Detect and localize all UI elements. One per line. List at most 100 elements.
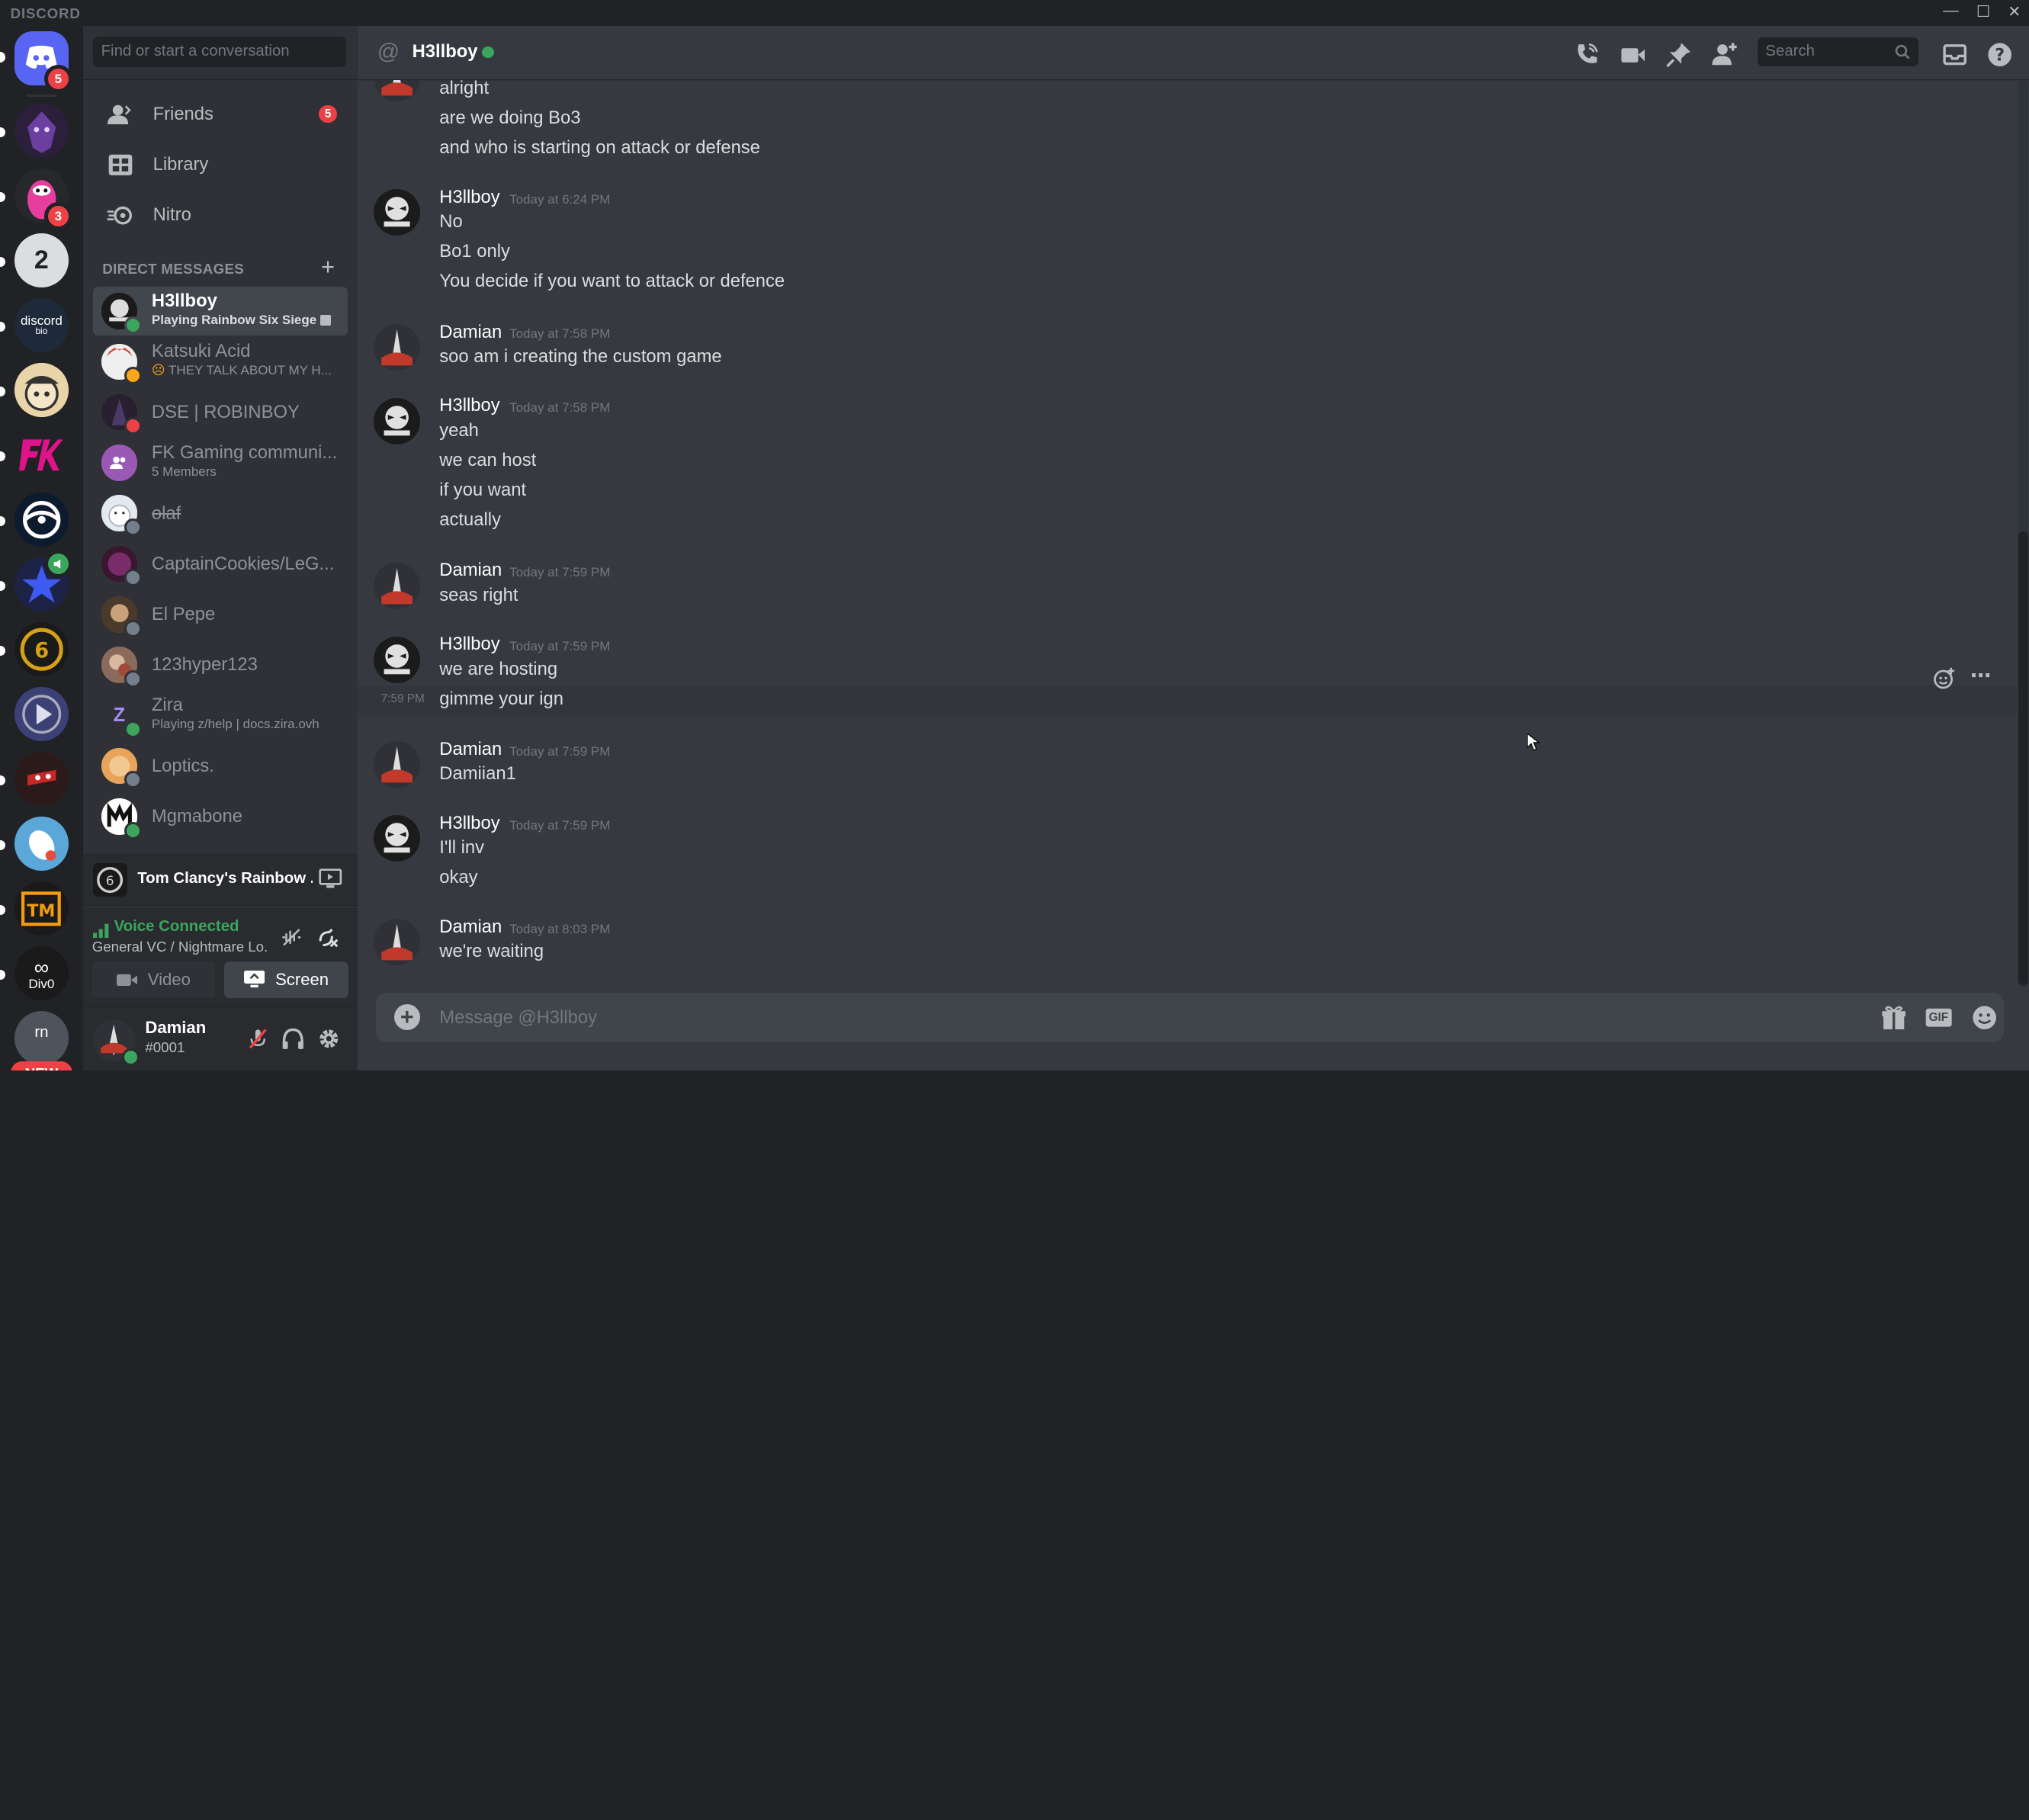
dm-el-pepe[interactable]: El Pepe [93,590,347,640]
message-timestamp: Today at 7:59 PM [509,565,611,580]
guild-reaper[interactable] [14,104,69,159]
status-offline [124,569,143,587]
scrollbar-thumb[interactable] [2018,531,2029,985]
disconnect-icon[interactable] [316,926,340,949]
avatar[interactable] [373,397,420,445]
message-composer[interactable]: + Message @H3llboy GIF [375,993,2005,1042]
headphones-icon[interactable] [281,1027,305,1051]
dm-katsuki-acid[interactable]: Katsuki Acid ☹ THEY TALK ABOUT MY H... [93,337,347,387]
avatar[interactable] [373,323,420,371]
avatar[interactable] [373,919,420,966]
voice-channel[interactable]: General VC / Nightmare Lo... [92,939,268,955]
guild-ninja[interactable] [14,752,69,807]
play-server-icon [14,687,69,742]
inbox-icon[interactable] [1941,40,1969,69]
dm-h3llboy[interactable]: H3llboy Playing Rainbow Six Siege [93,286,348,336]
settings-gear-icon[interactable] [317,1027,341,1051]
noise-suppression-icon[interactable] [280,926,303,949]
guild-destiny-2[interactable]: 2 [14,233,69,288]
message-timestamp: Today at 6:24 PM [509,191,611,207]
nav-friends[interactable]: Friends 5 [93,91,347,137]
avatar[interactable] [373,189,420,236]
create-dm-button[interactable]: + [317,255,338,278]
nav-nitro[interactable]: Nitro [93,192,347,239]
dm-loptics[interactable]: Loptics. [93,741,347,791]
message-author[interactable]: H3llboy [439,813,499,834]
guild-div0[interactable]: ∞ Div0 [14,946,69,1001]
message-content: if you want [439,479,527,500]
server-list: 5 3 2 discord bio 6 TM ∞ Div0 rn [0,26,83,1071]
home-indicator [0,52,5,63]
add-friends-to-dm-icon[interactable] [1710,40,1738,69]
start-voice-call-icon[interactable] [1572,40,1600,69]
find-conversation-input[interactable]: Find or start a conversation [93,36,346,68]
guild-pirate[interactable] [14,363,69,418]
message-content: Bo1 only [439,241,510,262]
message-input[interactable]: Message @H3llboy [439,1007,597,1029]
message-author[interactable]: Damian [439,560,502,581]
guild-rainbow-six[interactable]: 6 [14,622,69,677]
screen-label: Screen [275,970,329,990]
avatar[interactable] [373,741,420,788]
start-video-call-icon[interactable] [1619,40,1647,69]
nav-library[interactable]: Library [93,141,347,188]
message-author[interactable]: H3llboy [439,187,499,208]
minimize-button[interactable]: — [1939,2,1963,23]
guild-tm[interactable]: TM [14,881,69,936]
mute-microphone-icon[interactable] [246,1027,270,1051]
dm-captaincookies[interactable]: CaptainCookies/LeG... [93,539,347,589]
username: Damian [145,1018,207,1038]
message-author[interactable]: H3llboy [439,395,499,416]
guild-unread-pill [0,580,5,592]
maximize-button[interactable]: ☐ [1972,2,1995,23]
upload-plus-icon[interactable]: + [393,1004,420,1031]
group-dm-icon [101,445,138,481]
avatar[interactable] [373,562,420,609]
help-icon[interactable]: ? [1986,40,2014,69]
dm-mgmabone[interactable]: Mgmabone [93,792,347,842]
dm-123hyper123[interactable]: 123hyper123 [93,640,347,690]
message-author[interactable]: Damian [439,739,502,760]
dm-olaf[interactable]: olaf [93,489,347,538]
voice-status[interactable]: Voice Connected [114,918,239,936]
title-bar: DISCORD — ☐ ✕ [0,0,2029,26]
message-author[interactable]: Damian [439,916,502,938]
gif-button[interactable]: GIF [1925,1003,1953,1032]
message-content: seas right [439,584,518,605]
more-options-icon[interactable]: ⋯ [1969,665,1992,690]
hovered-message-row[interactable] [358,685,2018,716]
dm-name: El Pepe [151,604,216,625]
div0-label: Div0 [28,976,55,991]
fall-guys-unread-badge: 3 [43,202,72,231]
go-live-icon[interactable] [319,868,342,892]
close-button[interactable]: ✕ [2003,2,2027,23]
avatar[interactable] [373,815,420,862]
message-author[interactable]: H3llboy [439,634,499,655]
voice-active-badge [43,549,72,578]
add-reaction-icon[interactable] [1933,666,1957,690]
avatar[interactable] [373,80,420,101]
guild-unread-pill [0,321,5,332]
svg-text:TM: TM [27,901,56,921]
dm-dse-robinboy[interactable]: DSE | ROBINBOY [93,387,347,437]
guild-hurricane[interactable] [14,493,69,547]
gift-icon[interactable] [1880,1003,1908,1032]
guild-unread-pill [0,904,5,916]
dm-fk-gaming-group[interactable]: FK Gaming communi... 5 Members [93,438,347,488]
message-content: we are hosting [439,658,558,679]
video-button[interactable]: Video [91,961,216,998]
message-author[interactable]: Damian [439,322,502,343]
guild-mouse[interactable] [14,817,69,871]
guild-fk[interactable] [14,428,69,483]
guild-play[interactable] [14,687,69,742]
search-input[interactable]: Search [1758,37,1918,66]
avatar[interactable] [373,636,420,683]
pinned-messages-icon[interactable] [1665,40,1693,69]
screen-share-button[interactable]: Screen [224,961,349,998]
guild-unread-pill [0,127,5,138]
guild-discord-bio[interactable]: discord bio [14,298,69,353]
guild-rn[interactable]: rn [14,1011,69,1066]
search-icon [1896,44,1910,59]
emoji-picker-icon[interactable] [1970,1003,1999,1032]
dm-zira[interactable]: Z Zira Playing z/help | docs.zira.ovh [93,691,347,740]
